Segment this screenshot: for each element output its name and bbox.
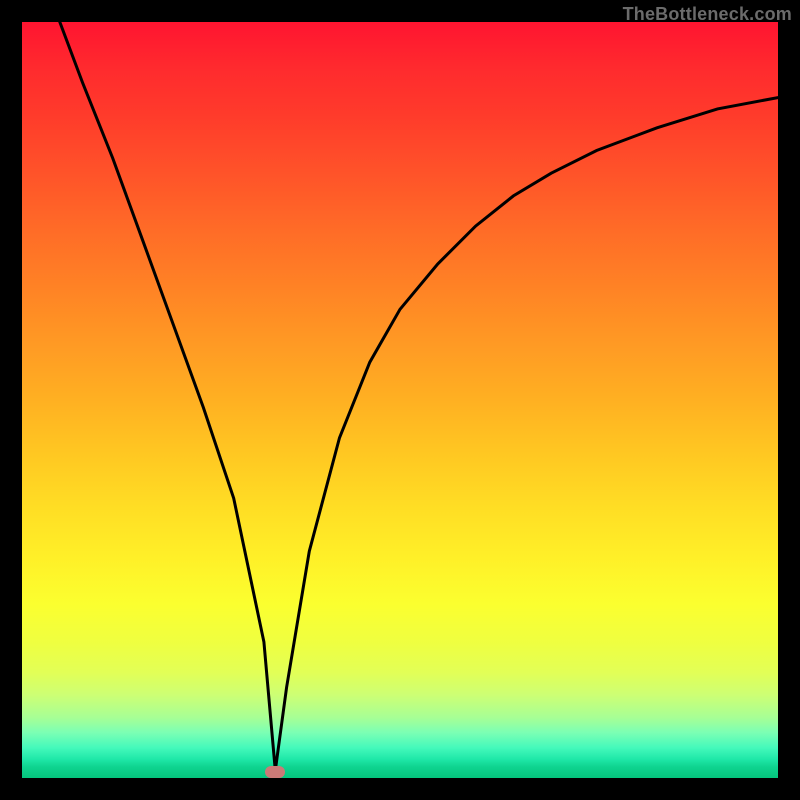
- plot-area: [22, 22, 778, 778]
- chart-frame: TheBottleneck.com: [0, 0, 800, 800]
- min-marker: [265, 766, 285, 778]
- curve-path: [60, 22, 778, 770]
- bottleneck-curve: [22, 22, 778, 778]
